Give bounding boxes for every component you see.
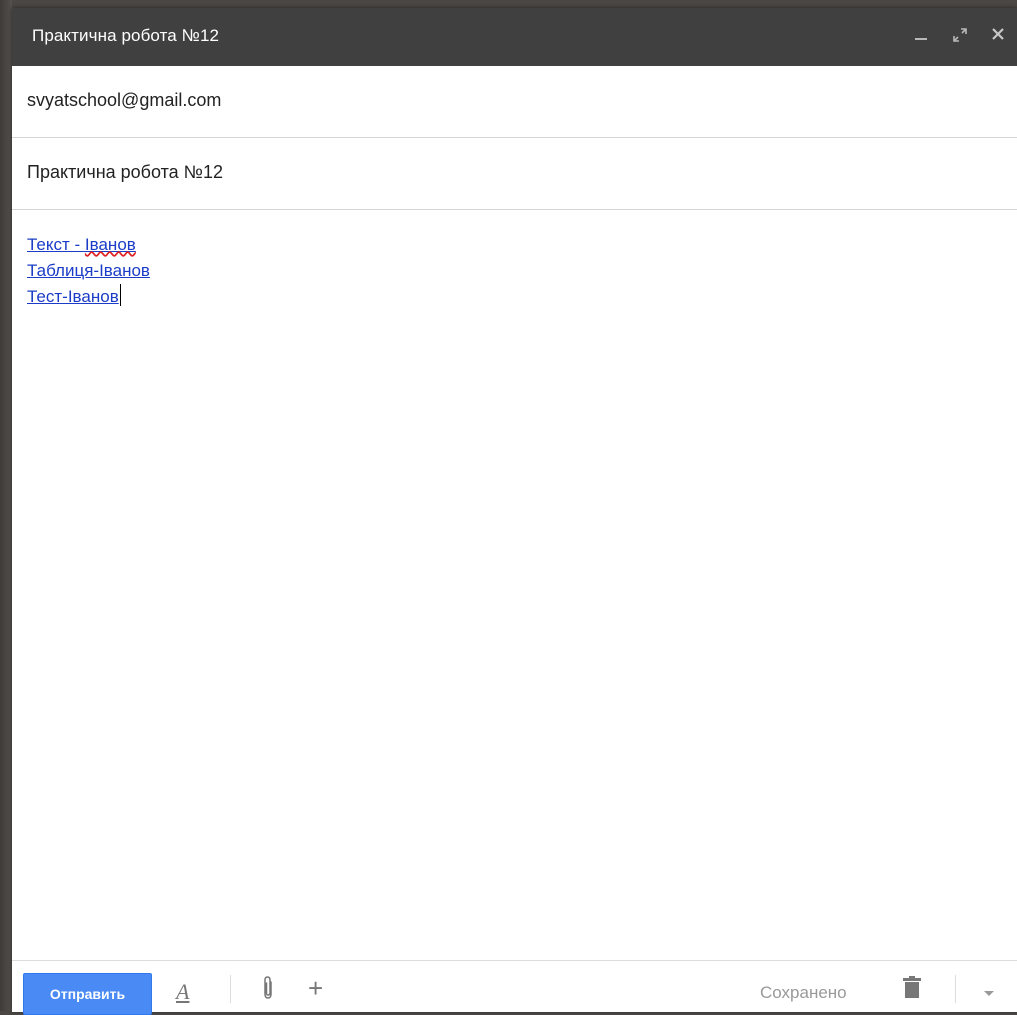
close-icon[interactable] bbox=[987, 24, 1009, 46]
toolbar-divider bbox=[955, 975, 956, 1003]
more-options-plus-icon[interactable]: + bbox=[308, 975, 323, 1001]
subject-field bbox=[12, 138, 1017, 210]
minimize-icon[interactable] bbox=[910, 24, 932, 46]
recipients-field bbox=[12, 66, 1017, 138]
formatting-options-icon[interactable]: A bbox=[176, 979, 189, 1005]
maximize-icon[interactable] bbox=[949, 24, 971, 46]
body-link-table[interactable]: Таблиця-Іванов bbox=[27, 258, 150, 284]
link-test-label: Тест-Іванов bbox=[27, 287, 119, 306]
message-body[interactable]: Текст - Іванов Таблиця-Іванов Тест-Івано… bbox=[27, 232, 997, 952]
link-text-prefix: Текст - bbox=[27, 235, 85, 254]
trash-icon[interactable] bbox=[902, 975, 922, 1004]
misspelled-word: Іванов bbox=[84, 235, 136, 254]
subject-input[interactable] bbox=[27, 162, 997, 183]
compose-toolbar: Отправить A + Сохранено bbox=[12, 960, 1017, 1015]
compose-titlebar[interactable]: Практична робота №12 bbox=[12, 8, 1017, 66]
text-caret bbox=[119, 284, 121, 306]
compose-window: Практична робота №12 Текст - Іванов Табл… bbox=[12, 8, 1017, 1015]
more-options-chevron-icon[interactable] bbox=[984, 991, 994, 996]
send-button[interactable]: Отправить bbox=[23, 973, 152, 1015]
toolbar-divider bbox=[230, 975, 231, 1003]
background-edge bbox=[0, 0, 12, 1011]
attach-icon[interactable] bbox=[261, 975, 275, 1006]
body-link-test[interactable]: Тест-Іванов bbox=[27, 284, 121, 310]
body-link-text[interactable]: Текст - Іванов bbox=[27, 232, 136, 258]
to-input[interactable] bbox=[27, 90, 997, 111]
window-title: Практична робота №12 bbox=[32, 26, 220, 45]
save-status: Сохранено bbox=[760, 983, 847, 1002]
